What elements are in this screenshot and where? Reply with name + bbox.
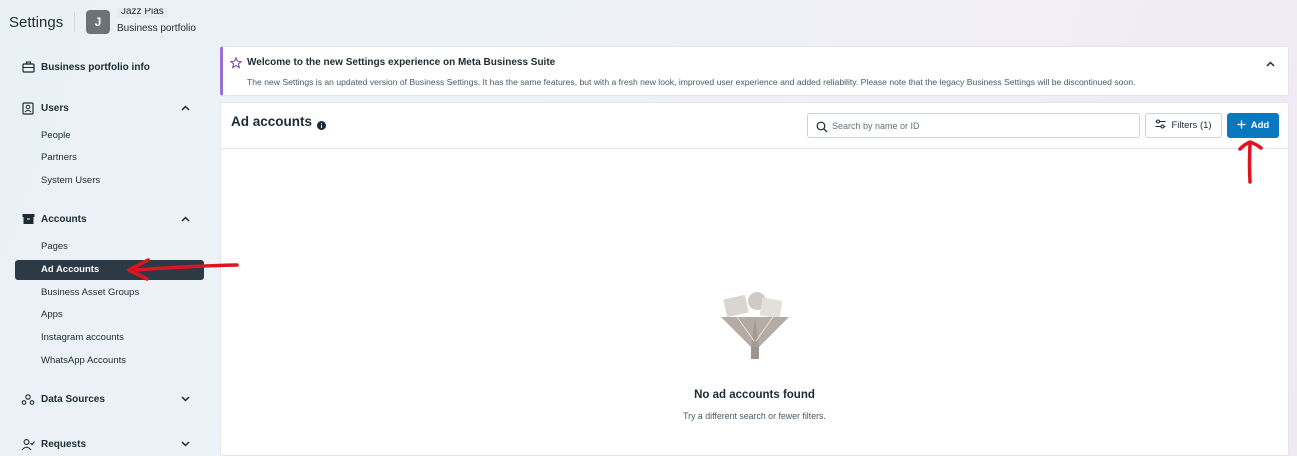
sidebar-item-pages[interactable]: Pages bbox=[41, 239, 68, 255]
portfolio-subtitle: Business portfolio bbox=[117, 23, 196, 34]
sidebar-item-ad-accounts[interactable]: Ad Accounts bbox=[15, 260, 204, 280]
search-icon bbox=[816, 120, 828, 133]
user-check-icon bbox=[21, 437, 35, 451]
sidebar-item-whatsapp-accounts[interactable]: WhatsApp Accounts bbox=[41, 353, 126, 369]
banner-text: The new Settings is an updated version o… bbox=[247, 77, 1136, 87]
sidebar-item-system-users[interactable]: System Users bbox=[41, 173, 100, 189]
sidebar: Business portfolio info Users People Par… bbox=[0, 44, 214, 456]
archive-box-icon bbox=[21, 212, 35, 226]
avatar[interactable]: J bbox=[86, 10, 110, 34]
sidebar-item-apps[interactable]: Apps bbox=[41, 307, 63, 323]
empty-state-title: No ad accounts found bbox=[694, 389, 815, 401]
sidebar-section-accounts[interactable]: Accounts bbox=[0, 206, 214, 232]
portfolio-name[interactable]: Jazz Pias bbox=[117, 8, 168, 18]
chevron-down-icon[interactable] bbox=[179, 393, 191, 405]
sidebar-item-business-asset-groups[interactable]: Business Asset Groups bbox=[41, 285, 139, 301]
sidebar-item-portfolio-info[interactable]: Business portfolio info bbox=[0, 54, 214, 80]
empty-funnel-illustration bbox=[717, 291, 793, 363]
sidebar-section-users[interactable]: Users bbox=[0, 95, 214, 121]
info-icon[interactable] bbox=[317, 117, 326, 130]
card-header: Ad accounts Filters (1) Add bbox=[221, 103, 1288, 149]
page-title: Settings bbox=[9, 14, 64, 31]
filters-button[interactable]: Filters (1) bbox=[1145, 113, 1222, 138]
filters-label: Filters (1) bbox=[1171, 120, 1212, 131]
ad-accounts-card: Ad accounts Filters (1) Add bbox=[220, 102, 1289, 456]
chevron-down-icon[interactable] bbox=[179, 438, 191, 450]
plus-icon bbox=[1237, 120, 1246, 132]
empty-state-subtitle: Try a different search or fewer filters. bbox=[683, 411, 826, 421]
sidebar-item-label: Business portfolio info bbox=[41, 61, 150, 73]
filter-sliders-icon bbox=[1155, 119, 1166, 132]
people-network-icon bbox=[21, 392, 35, 406]
star-icon bbox=[229, 56, 243, 69]
sidebar-section-label: Data Sources bbox=[41, 393, 105, 405]
chevron-up-icon[interactable] bbox=[179, 213, 191, 225]
sidebar-section-label: Accounts bbox=[41, 213, 87, 225]
search-box[interactable] bbox=[807, 113, 1140, 138]
sidebar-section-data-sources[interactable]: Data Sources bbox=[0, 386, 214, 412]
sidebar-item-partners[interactable]: Partners bbox=[41, 150, 77, 166]
add-button[interactable]: Add bbox=[1227, 113, 1279, 138]
sidebar-section-label: Requests bbox=[41, 438, 87, 450]
card-title: Ad accounts bbox=[231, 114, 313, 129]
search-input[interactable] bbox=[832, 117, 1132, 135]
welcome-banner: Welcome to the new Settings experience o… bbox=[220, 46, 1289, 96]
sidebar-section-requests[interactable]: Requests bbox=[0, 431, 214, 456]
chevron-up-icon[interactable] bbox=[179, 102, 191, 114]
sidebar-item-people[interactable]: People bbox=[41, 128, 71, 144]
user-card-icon bbox=[21, 101, 35, 115]
title-divider bbox=[74, 12, 75, 32]
chevron-up-icon[interactable] bbox=[1264, 58, 1276, 70]
sidebar-section-label: Users bbox=[41, 102, 69, 114]
top-bar: Settings J Jazz Pias Business portfolio bbox=[0, 0, 1297, 44]
sidebar-item-instagram-accounts[interactable]: Instagram accounts bbox=[41, 330, 124, 346]
banner-title: Welcome to the new Settings experience o… bbox=[247, 57, 556, 68]
add-label: Add bbox=[1250, 120, 1270, 131]
briefcase-icon bbox=[21, 60, 35, 74]
